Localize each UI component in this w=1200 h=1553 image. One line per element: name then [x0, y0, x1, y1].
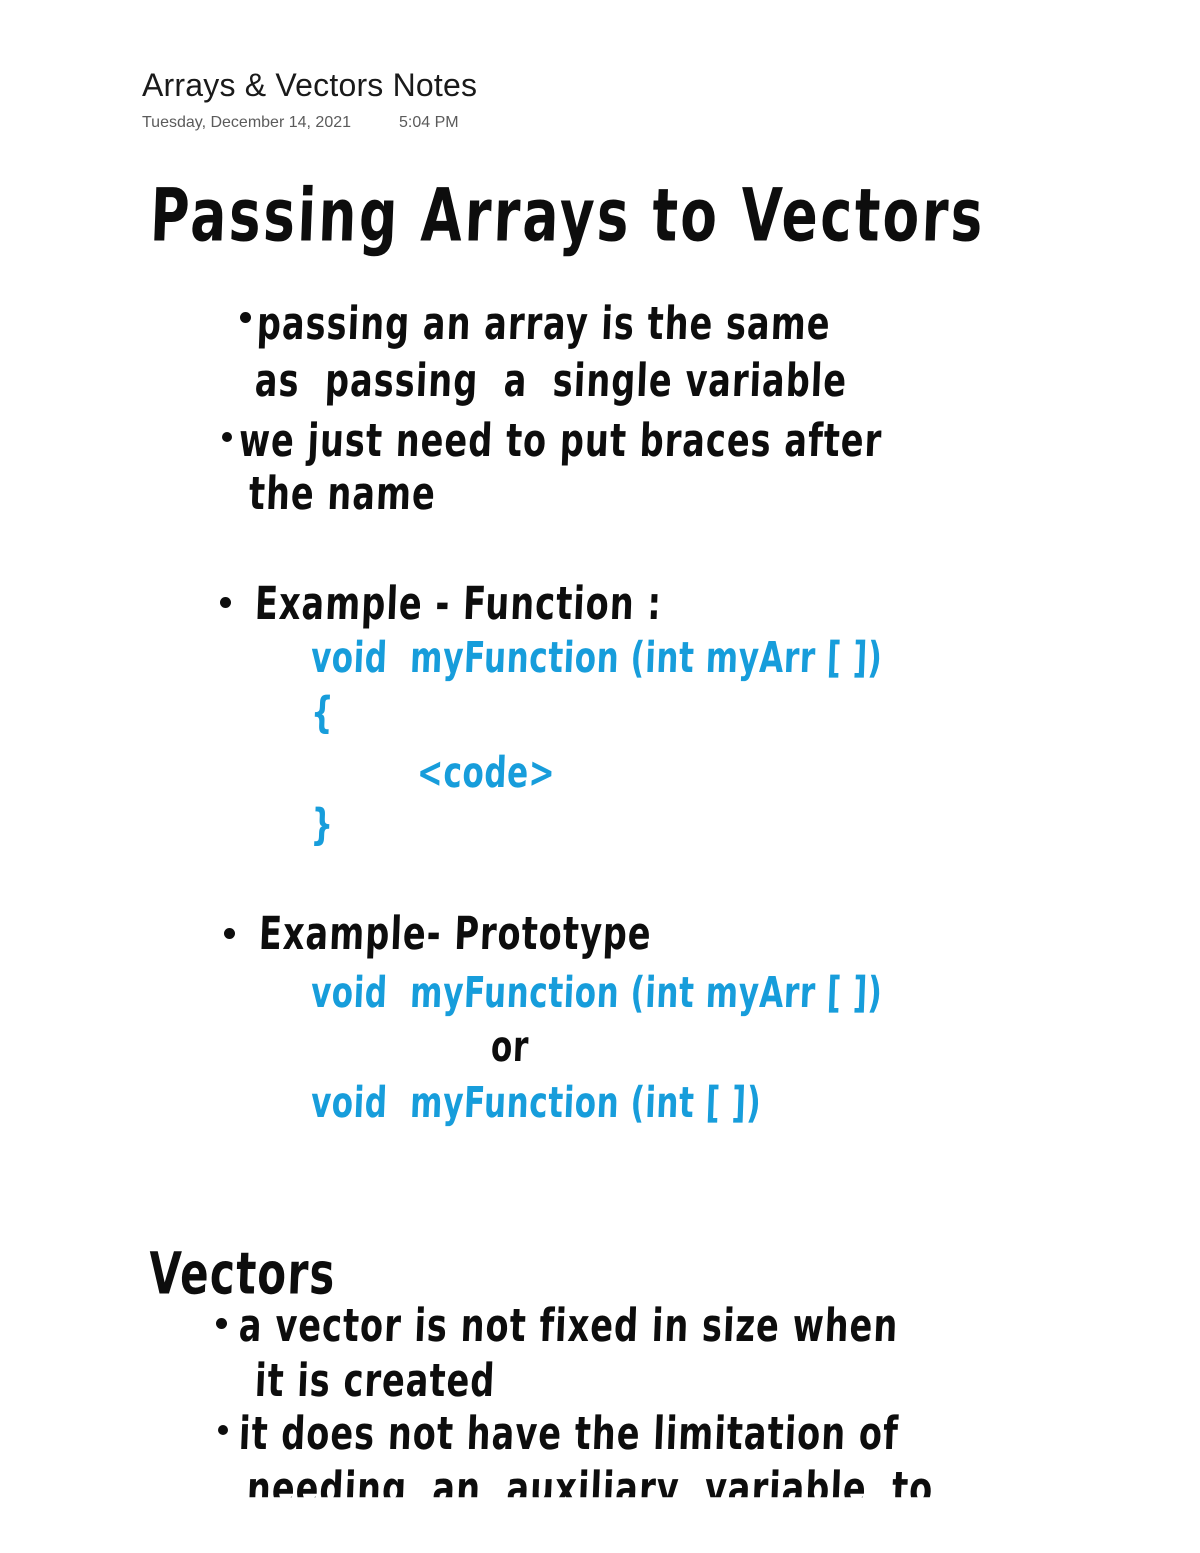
bullet-dot [240, 312, 251, 323]
code-prototype-line-1: void myFunction (int myArr [ ]) [310, 968, 884, 1018]
bullet-dot [220, 597, 231, 608]
bullet-dot [222, 432, 232, 442]
bullet-text-vector-size-line1: a vector is not fixed in size when [237, 1300, 900, 1353]
bullet-text-braces-line1: we just need to put braces after [237, 415, 884, 468]
bullet-text-vector-limitation-line2-clipped: needing an auxiliary variable to [246, 1463, 935, 1498]
label-example-prototype: Example- Prototype [257, 908, 653, 961]
code-function-close-brace: } [310, 800, 335, 850]
code-prototype-line-2: void myFunction (int [ ]) [310, 1078, 763, 1128]
label-example-function: Example - Function : [253, 578, 663, 631]
bullet-text-passing-array-line2: as passing a single variable [253, 355, 849, 408]
bullet-text-vector-limitation-line1: it does not have the limitation of [237, 1408, 900, 1461]
bullet-dot [224, 928, 235, 939]
bullet-text-vector-size-line2: it is created [253, 1355, 497, 1408]
bullet-text-braces-line2: the name [247, 468, 437, 521]
code-prototype-separator-or: or [490, 1022, 530, 1072]
code-function-signature: void myFunction (int myArr [ ]) [310, 633, 884, 683]
handwritten-note-canvas: Passing Arrays to Vectors passing an arr… [0, 0, 1200, 1553]
code-function-open-brace: { [310, 688, 335, 738]
bullet-text-passing-array-line1: passing an array is the same [255, 298, 832, 351]
bullet-dot [218, 1425, 228, 1435]
note-heading-vectors: Vectors [147, 1240, 338, 1308]
code-function-body-placeholder: <code> [416, 748, 557, 798]
bullet-dot [216, 1318, 227, 1329]
note-heading-passing-arrays: Passing Arrays to Vectors [148, 172, 987, 259]
